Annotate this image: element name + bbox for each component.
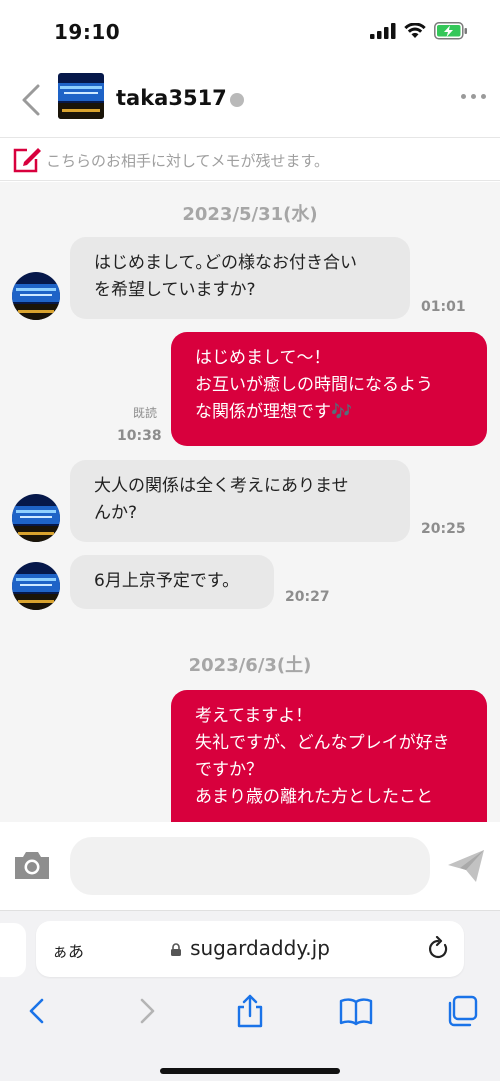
partner-avatar[interactable] xyxy=(58,73,104,119)
message-text: ですか？ xyxy=(195,760,263,780)
sender-avatar[interactable] xyxy=(12,494,60,542)
outgoing-message[interactable]: はじめまして〜！ お互いが癒しの時間になるよう な関係が理想です🎶 xyxy=(171,332,487,446)
message-text: 6月上京予定です。 xyxy=(94,571,240,591)
partner-name[interactable]: taka3517 xyxy=(116,86,227,110)
message-text: 考えてますよ！ xyxy=(195,706,313,726)
previous-tab[interactable] xyxy=(0,923,26,977)
message-text: はじめまして〜！ xyxy=(195,348,331,368)
date-separator: 2023/6/3(土) xyxy=(188,655,312,676)
battery-charging-icon xyxy=(434,22,467,40)
memo-placeholder: こちらのお相手に対してメモが残せます。 xyxy=(46,152,330,170)
message-text: を希望していますか? xyxy=(94,280,256,300)
incoming-message[interactable]: 大人の関係は全く考えにありませ んか? xyxy=(70,460,410,542)
status-icons xyxy=(370,22,468,40)
sender-avatar[interactable] xyxy=(12,562,60,610)
browser-bar: ぁあ sugardaddy.jp xyxy=(0,910,500,1081)
url-text: sugardaddy.jp xyxy=(190,936,330,960)
url-display[interactable]: sugardaddy.jp xyxy=(36,936,464,960)
message-list[interactable]: 2023/5/31(水) はじめまして｡どの様なお付き合い を希望していますか?… xyxy=(0,182,500,822)
message-time: 01:01 xyxy=(421,299,466,315)
memo-bar[interactable]: こちらのお相手に対してメモが残せます。 xyxy=(0,139,500,181)
back-icon[interactable] xyxy=(20,993,56,1029)
browser-toolbar xyxy=(0,987,500,1039)
date-separator: 2023/5/31(水) xyxy=(182,204,318,225)
message-text: はじめまして｡どの様なお付き合い xyxy=(94,253,357,273)
back-chevron-icon[interactable] xyxy=(18,82,46,118)
online-status-dot xyxy=(230,93,244,107)
message-input[interactable] xyxy=(70,837,430,895)
message-text: 失礼ですが、どんなプレイが好き xyxy=(195,733,450,753)
incoming-message[interactable]: 6月上京予定です。 xyxy=(70,555,274,609)
camera-icon[interactable] xyxy=(12,848,52,882)
more-options-icon[interactable] xyxy=(461,94,486,99)
read-receipt: 既読 xyxy=(133,406,158,420)
lock-icon xyxy=(171,943,182,956)
message-text: あまり歳の離れた方としたこと xyxy=(195,787,433,807)
incoming-message[interactable]: はじめまして｡どの様なお付き合い を希望していますか? xyxy=(70,237,410,319)
reload-icon[interactable] xyxy=(426,936,450,962)
address-bar[interactable]: ぁあ sugardaddy.jp xyxy=(36,921,464,977)
message-input-bar xyxy=(0,822,500,910)
message-time: 20:25 xyxy=(421,521,466,537)
message-time: 20:27 xyxy=(285,589,330,605)
wifi-icon xyxy=(404,23,426,38)
signal-icon xyxy=(370,23,396,39)
bookmarks-icon[interactable] xyxy=(338,993,374,1029)
message-text: な関係が理想です🎶 xyxy=(195,402,353,422)
forward-icon[interactable] xyxy=(128,993,164,1029)
share-icon[interactable] xyxy=(232,993,268,1029)
status-time: 19:10 xyxy=(54,20,121,44)
outgoing-message[interactable]: 考えてますよ！ 失礼ですが、どんなプレイが好き ですか？ あまり歳の離れた方とし… xyxy=(171,690,487,822)
sender-avatar[interactable] xyxy=(12,272,60,320)
message-text: 大人の関係は全く考えにありませ xyxy=(94,476,349,496)
memo-edit-icon xyxy=(13,148,41,173)
send-icon[interactable] xyxy=(446,848,486,884)
chat-header: taka3517 xyxy=(0,64,500,138)
tabs-icon[interactable] xyxy=(444,993,480,1029)
message-text: お互いが癒しの時間になるよう xyxy=(195,375,433,395)
message-time: 10:38 xyxy=(117,428,162,444)
status-bar: 19:10 xyxy=(0,0,500,64)
message-text: んか? xyxy=(94,503,138,523)
home-indicator xyxy=(160,1068,340,1074)
